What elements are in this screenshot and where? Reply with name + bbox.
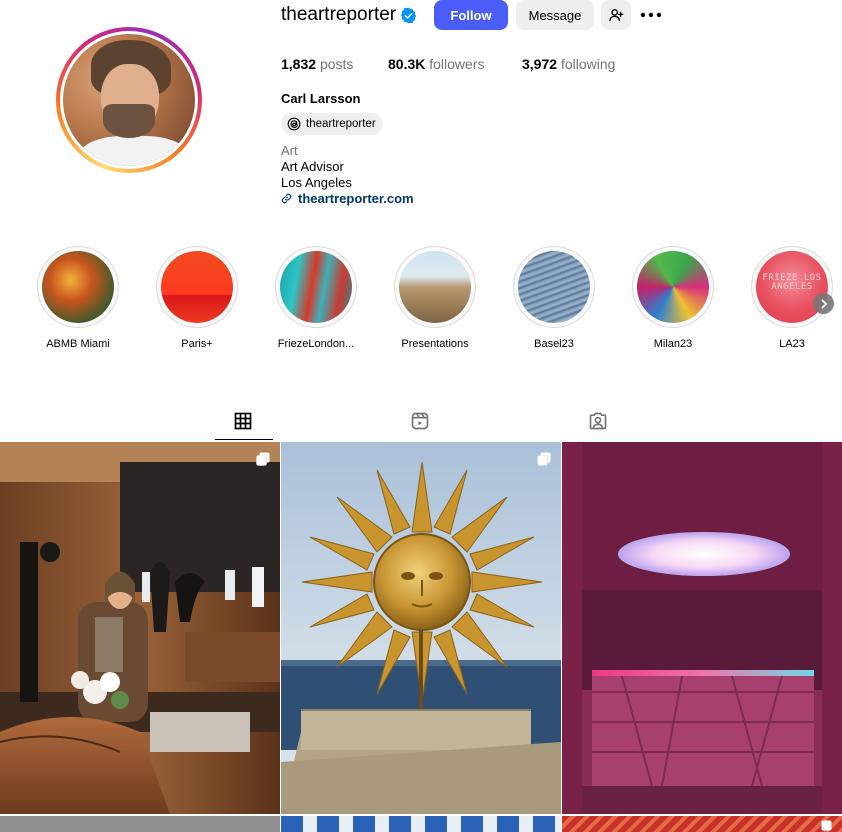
highlight-milan23[interactable]: Milan23 xyxy=(613,246,733,350)
tagged-icon xyxy=(589,412,607,430)
bio-category: Art xyxy=(281,143,298,158)
active-tab-indicator xyxy=(215,439,273,440)
reels-icon xyxy=(411,412,429,430)
tab-reels[interactable] xyxy=(410,411,432,433)
chevron-right-icon xyxy=(821,299,827,308)
story-highlights: ABMB Miami Paris+ FriezeLondon... Presen… xyxy=(0,246,842,356)
carousel-icon xyxy=(821,820,832,831)
threads-badge[interactable]: theartreporter xyxy=(281,113,383,135)
link-icon xyxy=(281,193,292,204)
profile-username: theartreporter xyxy=(281,4,397,25)
post-image xyxy=(0,442,280,814)
bio-line: Art Advisor xyxy=(281,159,344,174)
frieze-la-wordmark: FRIEZE LOS ANGELES xyxy=(762,273,822,292)
following-count[interactable]: 3,972 following xyxy=(522,56,615,72)
highlight-label: LA23 xyxy=(779,338,805,350)
post-tile[interactable] xyxy=(281,816,561,832)
highlight-cover xyxy=(161,251,233,323)
avatar-border xyxy=(60,31,198,169)
carousel-icon xyxy=(256,452,270,466)
profile-avatar-story-ring[interactable] xyxy=(56,27,202,173)
post-tile[interactable] xyxy=(0,442,280,814)
highlight-cover xyxy=(518,251,590,323)
bio-line: Los Angeles xyxy=(281,175,352,190)
highlight-cover xyxy=(637,251,709,323)
threads-handle: theartreporter xyxy=(306,118,376,130)
post-tile[interactable] xyxy=(0,816,280,832)
more-options-icon xyxy=(640,12,662,18)
highlight-paris[interactable]: Paris+ xyxy=(137,246,257,350)
post-tile[interactable] xyxy=(562,442,842,814)
tab-tagged[interactable] xyxy=(588,411,610,433)
grid-icon xyxy=(234,412,252,430)
post-image xyxy=(562,442,842,814)
highlight-label: Basel23 xyxy=(534,338,574,350)
highlight-frieze-london[interactable]: FriezeLondon... xyxy=(256,246,376,350)
message-button[interactable]: Message xyxy=(516,0,594,30)
posts-count: 1,832 posts xyxy=(281,56,354,72)
threads-icon xyxy=(287,117,301,131)
bio-website-link[interactable]: theartreporter.com xyxy=(281,191,414,206)
followers-count[interactable]: 80.3K followers xyxy=(388,56,485,72)
highlight-label: FriezeLondon... xyxy=(277,338,355,350)
highlights-next-button[interactable] xyxy=(813,293,834,314)
carousel-icon xyxy=(537,452,551,466)
post-tile[interactable] xyxy=(281,442,561,814)
avatar xyxy=(63,34,195,166)
tab-posts[interactable] xyxy=(233,411,255,433)
verified-badge-icon xyxy=(400,7,417,24)
profile-tab-bar xyxy=(0,403,842,441)
add-person-icon xyxy=(609,9,624,21)
suggested-users-button[interactable] xyxy=(601,0,631,30)
highlight-basel23[interactable]: Basel23 xyxy=(494,246,614,350)
highlight-label: Milan23 xyxy=(653,338,693,350)
highlight-cover xyxy=(42,251,114,323)
highlight-label: Paris+ xyxy=(181,338,213,350)
highlight-cover xyxy=(399,251,471,323)
highlight-label: Presentations xyxy=(401,338,469,350)
highlight-abmb-miami[interactable]: ABMB Miami xyxy=(18,246,138,350)
highlight-cover xyxy=(280,251,352,323)
profile-full-name: Carl Larsson xyxy=(281,91,361,106)
options-button[interactable] xyxy=(638,0,664,30)
post-image xyxy=(281,442,561,814)
post-tile[interactable] xyxy=(562,816,842,832)
posts-grid xyxy=(0,442,842,832)
highlight-presentations[interactable]: Presentations xyxy=(375,246,495,350)
follow-button[interactable]: Follow xyxy=(434,0,508,30)
highlight-label: ABMB Miami xyxy=(46,338,110,350)
